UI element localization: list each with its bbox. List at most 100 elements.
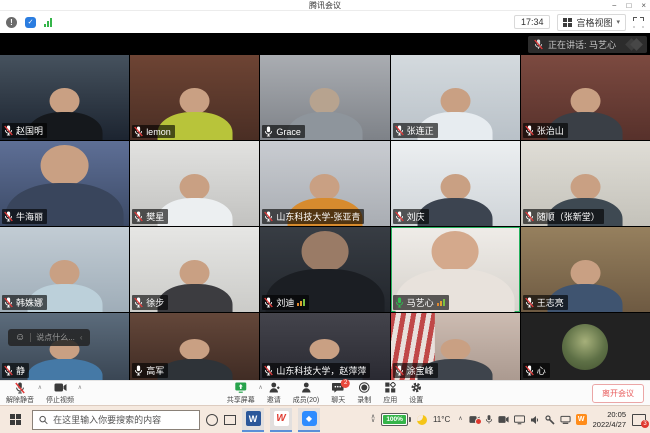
participant-tile[interactable]: 张连正 [391,55,520,140]
name-label-bar: 牛海丽 [2,209,47,224]
share-screen-button[interactable]: 共享屏幕 ∧ [227,382,255,405]
taskbar-app-word[interactable]: W [242,408,264,432]
meeting-actions-group: 共享屏幕 ∧ 邀请 [227,382,423,405]
tools-tray-icon[interactable] [545,415,555,425]
taskbar-clock[interactable]: 20:05 2022/4/27 [593,410,626,429]
participant-name: 山东科技大学，赵萍萍 [276,364,366,377]
active-speaker-banner: 正在讲话: 马艺心 [528,36,647,53]
participant-tile[interactable]: 高军 [130,313,259,380]
temperature-label[interactable]: 11°C [433,415,450,424]
record-button[interactable]: 录制 [357,382,371,405]
network-status-icon[interactable] [44,18,52,27]
minimize-button[interactable]: − [612,2,617,10]
name-label-bar: 马艺心 [393,295,449,310]
participant-tile[interactable]: lemon [130,55,259,140]
participant-tile[interactable]: 韩姝娜 [0,227,129,312]
participant-tile[interactable]: ☺ 说点什么... ‹ 静 [0,313,129,380]
apps-button[interactable]: 应用 [383,382,397,405]
action-center-button[interactable]: 3 [632,414,646,426]
display-tray-icon[interactable] [514,415,525,425]
mic-tray-icon[interactable] [485,414,493,425]
share-screen-label: 共享屏幕 [227,395,255,405]
mic-status-icon [134,365,143,376]
members-button[interactable]: 成员(20) [293,382,319,405]
stop-video-button[interactable]: 停止视频 ∧ [46,382,74,405]
speaker-tray-icon[interactable] [530,415,540,425]
participant-tile[interactable]: 牛海丽 [0,141,129,226]
hidden-icons-chevron[interactable]: ∧ [458,418,462,422]
meeting-info-icon[interactable]: ! [6,17,17,28]
name-label-bar: 韩姝娜 [2,295,47,310]
view-controls-group: 17:34 宫格视图 ▾ [514,14,644,31]
mic-status-icon [4,297,13,308]
participant-tile[interactable]: 樊星 [130,141,259,226]
invite-button[interactable]: 邀请 [267,382,281,405]
search-icon [39,415,48,425]
participant-tile[interactable]: 刘迪 [260,227,389,312]
maximize-button[interactable]: □ [626,2,631,10]
fullscreen-icon[interactable] [633,17,644,28]
collapse-arrow-icon[interactable]: ‹ [80,333,83,342]
meeting-tray-icon[interactable] [469,415,480,424]
network-signal-icon [437,299,445,306]
participant-tile[interactable]: 张治山 [521,55,650,140]
chat-button[interactable]: 2 聊天 [331,382,345,405]
participant-tile[interactable]: 涂宝峰 [391,313,520,380]
mic-muted-icon [15,382,25,394]
layout-switcher-label: 宫格视图 [576,16,612,29]
participant-name: 刘迪 [276,296,294,309]
taskbar-app-wps[interactable]: W [270,408,292,432]
mic-status-icon [4,365,13,376]
close-button[interactable]: × [641,2,646,10]
tencent-meeting-window: 腾讯会议 − □ × ! ✓ 17:34 宫格视图 ▾ [0,0,650,433]
participant-name: 涂宝峰 [407,364,434,377]
participant-name: 王志亮 [537,296,564,309]
mic-options-chevron[interactable]: ∧ [38,384,42,391]
participant-tile[interactable]: 山东科技大学-张亚青 [260,141,389,226]
participant-tile[interactable]: Grace [260,55,389,140]
video-grid: 赵国明 lemon [0,55,650,380]
camera-tray-icon[interactable] [498,415,509,424]
layout-switcher[interactable]: 宫格视图 ▾ [557,14,626,31]
weather-moon-icon[interactable] [417,415,427,425]
unmute-button[interactable]: 解除静音 ∧ [6,382,34,405]
task-view-button[interactable] [224,409,236,431]
apps-grid-icon [385,382,396,394]
name-label-bar: 徐步 [132,295,168,310]
camera-options-chevron[interactable]: ∧ [78,384,82,391]
participant-name: 刘庆 [407,210,425,223]
members-label: 成员(20) [293,395,319,405]
participant-video-placeholder [27,342,102,380]
participant-tile[interactable]: 心 [521,313,650,380]
participant-name: 韩姝娜 [16,296,43,309]
wps-cloud-tray-icon[interactable]: W [576,414,587,425]
mic-status-icon [264,297,273,308]
network-tray-icon[interactable] [560,415,571,425]
participant-name: 徐步 [146,296,164,309]
record-label: 录制 [357,395,371,405]
participant-tile[interactable]: 赵国明 [0,55,129,140]
quick-chat-overlay[interactable]: ☺ 说点什么... ‹ [8,329,90,346]
battery-indicator[interactable]: 100% [381,413,411,426]
taskbar-search[interactable] [32,410,200,430]
settings-button[interactable]: 设置 [409,382,423,405]
participant-tile[interactable]: 王志亮 [521,227,650,312]
share-options-chevron[interactable]: ∧ [258,384,262,391]
participant-tile[interactable]: 随顺（张新堂） [521,141,650,226]
settings-label: 设置 [409,395,423,405]
taskbar-app-meeting[interactable]: ◆ [298,408,320,432]
scroll-chevrons-icon[interactable]: ∧∨ [371,416,375,423]
mic-status-icon [264,211,273,222]
participant-tile[interactable]: 山东科技大学，赵萍萍 [260,313,389,380]
participant-tile[interactable]: 徐步 [130,227,259,312]
cortana-button[interactable] [206,409,218,431]
invite-person-icon [268,382,279,394]
name-label-bar: 心 [523,363,550,378]
protection-icon[interactable]: ✓ [25,17,36,28]
battery-icon: 100% [381,413,408,426]
participant-tile[interactable]: 刘庆 [391,141,520,226]
leave-meeting-button[interactable]: 离开会议 [592,384,644,403]
search-input[interactable] [53,415,193,425]
start-button[interactable] [4,409,26,431]
participant-tile[interactable]: 马艺心 [391,227,520,312]
